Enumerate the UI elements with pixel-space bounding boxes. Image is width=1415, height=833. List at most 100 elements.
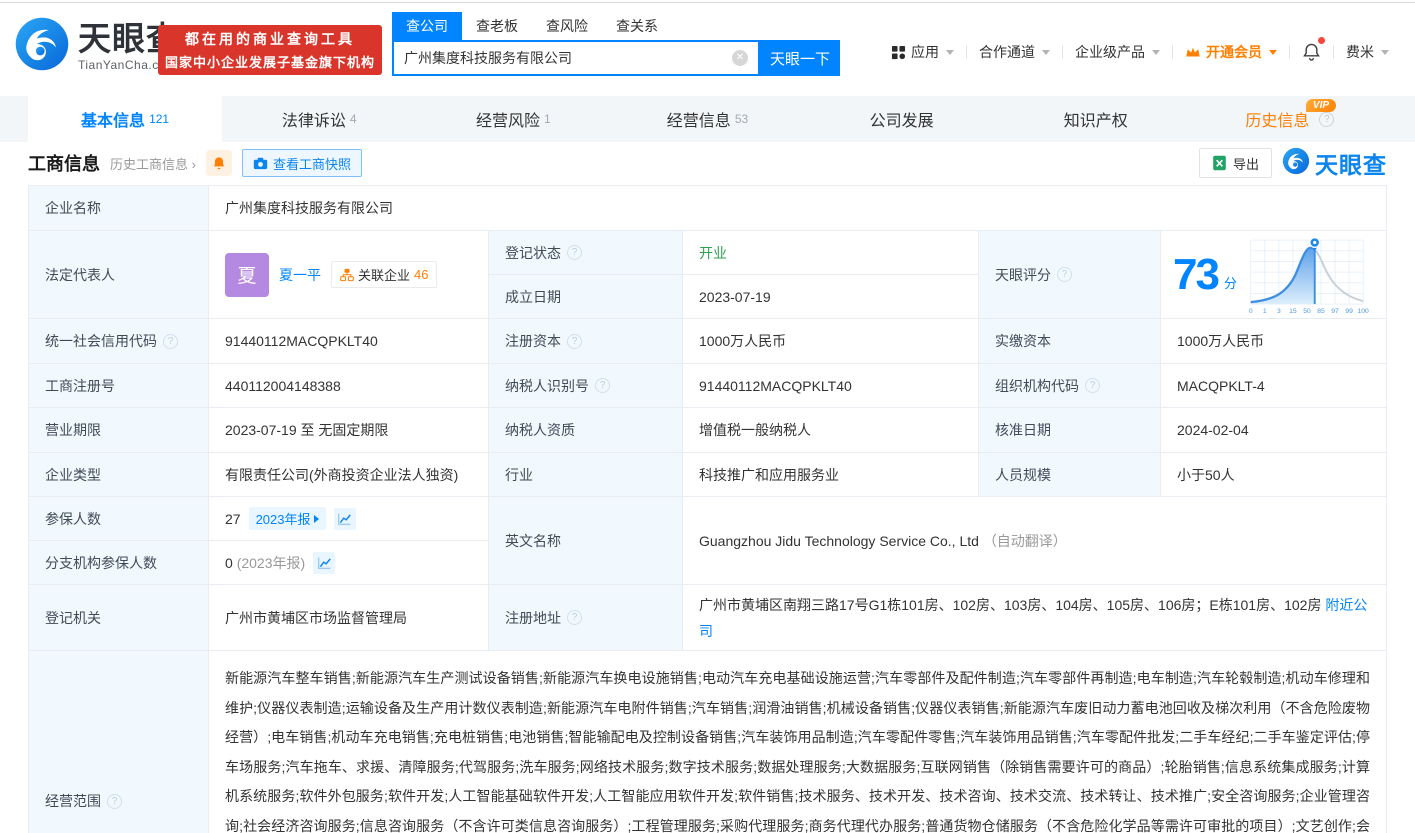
svg-text:0: 0 <box>1249 307 1253 314</box>
branch-insured-count: 0 <box>225 555 233 571</box>
chevron-down-icon <box>1381 50 1389 55</box>
related-companies-icon <box>340 268 354 282</box>
address-label: 注册地址 <box>489 585 683 650</box>
chevron-down-icon <box>1269 50 1277 55</box>
insured-label: 参保人数 <box>29 497 209 540</box>
search-tab-relation[interactable]: 查关系 <box>602 12 672 40</box>
chevron-down-icon <box>1152 50 1160 55</box>
help-icon[interactable] <box>567 334 582 349</box>
company-name-value: 广州集度科技服务有限公司 <box>209 186 1386 230</box>
notifications-button[interactable] <box>1290 42 1333 62</box>
help-icon[interactable] <box>1057 267 1072 282</box>
table-row: 统一社会信用代码 91440112MACQPKLT40 注册资本 1000万人民… <box>29 319 1386 364</box>
english-name-note: （自动翻译） <box>983 531 1067 551</box>
svg-text:97: 97 <box>1331 307 1339 314</box>
search-tab-risk[interactable]: 查风险 <box>532 12 602 40</box>
business-scope-value: 新能源汽车整车销售;新能源汽车生产测试设备销售;新能源汽车换电设施销售;电动汽车… <box>209 651 1386 833</box>
search-tabs: 查公司 查老板 查风险 查关系 <box>392 12 840 40</box>
search-tab-company[interactable]: 查公司 <box>392 12 462 40</box>
table-row: 企业名称 广州集度科技服务有限公司 <box>29 186 1386 231</box>
svg-text:99: 99 <box>1345 307 1353 314</box>
score-label: 天眼评分 <box>979 231 1161 318</box>
reg-number-label: 工商注册号 <box>29 364 209 407</box>
svg-text:100: 100 <box>1358 307 1369 314</box>
status-date-subtable: 登记状态 开业 成立日期 2023-07-19 <box>489 231 979 318</box>
industry-value: 科技推广和应用服务业 <box>683 453 979 496</box>
tianyancha-logo[interactable]: 天眼查 TianYanCha.com <box>14 16 180 77</box>
search-input-value: 广州集度科技服务有限公司 <box>404 48 572 68</box>
tab-basic-info[interactable]: 基本信息 121 <box>28 96 222 142</box>
search-input[interactable]: 广州集度科技服务有限公司 <box>392 40 760 76</box>
apps-grid-icon <box>891 45 906 60</box>
help-icon[interactable] <box>1085 378 1100 393</box>
company-name-label: 企业名称 <box>29 186 209 230</box>
annual-report-badge[interactable]: 2023年报 <box>249 507 326 530</box>
svg-text:15: 15 <box>1289 307 1297 314</box>
camera-icon <box>253 157 268 170</box>
business-info-toolbar: 工商信息 历史工商信息 查看工商快照 <box>28 142 1387 184</box>
tab-business-risk[interactable]: 经营风险 1 <box>416 96 610 142</box>
search-button[interactable]: 天眼一下 <box>760 40 840 76</box>
score-distribution-chart[interactable]: 0 1 3 15 50 85 97 99 100 <box>1243 234 1369 316</box>
tianyancha-watermark: 天眼查 <box>1282 146 1387 180</box>
help-icon[interactable] <box>163 334 178 349</box>
tab-company-development[interactable]: 公司发展 <box>805 96 999 142</box>
english-name-cell: Guangzhou Jidu Technology Service Co., L… <box>683 497 1386 584</box>
insured-subtable: 参保人数 27 2023年报 <box>29 497 489 584</box>
tab-history-info[interactable]: 历史信息 VIP <box>1193 96 1387 142</box>
reg-capital-value: 1000万人民币 <box>683 319 979 363</box>
branch-insured-value-cell: 0 (2023年报) <box>209 541 488 584</box>
help-icon[interactable] <box>1319 112 1334 127</box>
tab-business-info[interactable]: 经营信息 53 <box>610 96 804 142</box>
related-companies-badge[interactable]: 关联企业 46 <box>331 261 437 288</box>
org-code-label: 组织机构代码 <box>979 364 1161 407</box>
insured-trend-button[interactable] <box>334 508 356 530</box>
legal-rep-name-link[interactable]: 夏一平 <box>279 265 321 285</box>
table-row: 登记状态 开业 <box>489 231 978 275</box>
staff-size-value: 小于50人 <box>1161 453 1386 496</box>
address-value: 广州市黄埔区南翔三路17号G1栋101房、102房、103房、104房、105房… <box>699 597 1321 613</box>
help-icon[interactable] <box>107 794 122 809</box>
industry-label: 行业 <box>489 453 683 496</box>
view-business-snapshot-button[interactable]: 查看工商快照 <box>242 149 362 177</box>
svg-text:1: 1 <box>1263 307 1267 314</box>
menu-enterprise[interactable]: 企业级产品 <box>1063 42 1172 62</box>
legal-rep-cell: 夏 夏一平 关联企业 46 <box>209 231 489 318</box>
export-button[interactable]: 导出 <box>1199 148 1272 178</box>
table-row: 参保人数 27 2023年报 <box>29 497 1386 585</box>
company-type-value: 有限责任公司(外商投资企业法人独资) <box>209 453 489 496</box>
tianyancha-brand-icon <box>1282 147 1310 180</box>
menu-open-vip[interactable]: 开通会员 <box>1173 42 1289 62</box>
score-value: 73 <box>1173 253 1218 297</box>
chevron-right-icon <box>314 515 319 523</box>
branch-insured-trend-button[interactable] <box>313 552 335 574</box>
business-scope-label: 经营范围 <box>29 651 209 833</box>
help-icon[interactable] <box>567 610 582 625</box>
excel-icon <box>1212 155 1227 171</box>
search-tab-boss[interactable]: 查老板 <box>462 12 532 40</box>
menu-user[interactable]: 费米 <box>1334 42 1401 62</box>
staff-size-label: 人员规模 <box>979 453 1161 496</box>
table-row: 成立日期 2023-07-19 <box>489 275 978 318</box>
clear-search-icon[interactable] <box>732 50 748 66</box>
chevron-down-icon <box>946 50 954 55</box>
tab-legal-cases[interactable]: 法律诉讼 4 <box>222 96 416 142</box>
table-row: 参保人数 27 2023年报 <box>29 497 488 541</box>
help-icon[interactable] <box>595 378 610 393</box>
help-icon[interactable] <box>567 245 582 260</box>
legal-rep-avatar[interactable]: 夏 <box>225 253 269 297</box>
approval-date-value: 2024-02-04 <box>1161 408 1386 452</box>
menu-apps[interactable]: 应用 <box>879 42 966 62</box>
english-name-label: 英文名称 <box>489 497 683 584</box>
taxpayer-quality-value: 增值税一般纳税人 <box>683 408 979 452</box>
monitor-bell-button[interactable] <box>206 150 232 176</box>
history-business-info-link[interactable]: 历史工商信息 <box>110 154 196 173</box>
menu-partner[interactable]: 合作通道 <box>967 42 1062 62</box>
crown-icon <box>1185 45 1201 59</box>
approval-date-label: 核准日期 <box>979 408 1161 452</box>
table-row: 登记机关 广州市黄埔区市场监督管理局 注册地址 广州市黄埔区南翔三路17号G1栋… <box>29 585 1386 651</box>
score-cell: 73 分 <box>1161 231 1386 318</box>
tab-intellectual-property[interactable]: 知识产权 <box>999 96 1193 142</box>
trend-chart-icon <box>317 556 332 570</box>
table-row: 营业期限 2023-07-19 至 无固定期限 纳税人资质 增值税一般纳税人 核… <box>29 408 1386 453</box>
